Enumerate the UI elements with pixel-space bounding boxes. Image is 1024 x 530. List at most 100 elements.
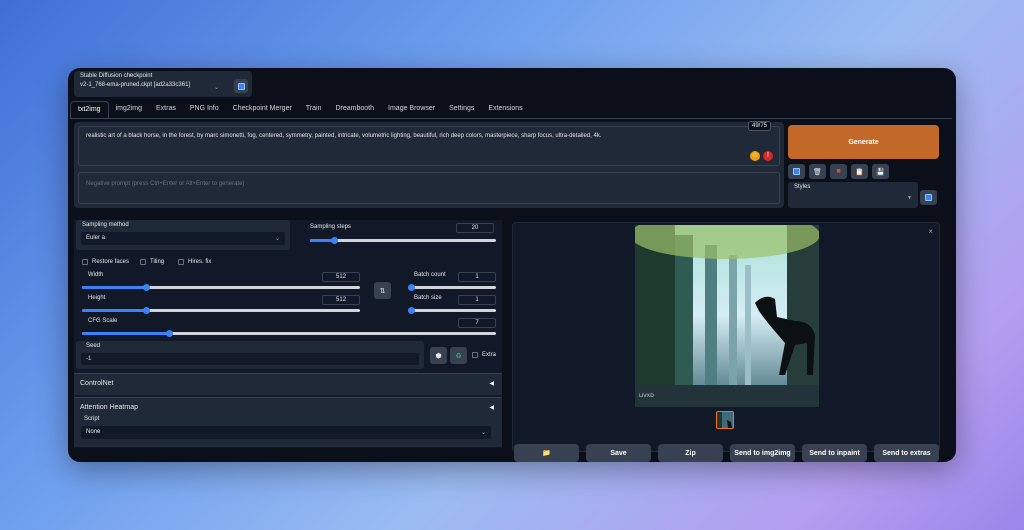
- swap-icon: ⇅: [379, 287, 386, 295]
- collapse-arrow-icon: ◀: [489, 381, 494, 387]
- restore-faces-label: Restore faces: [92, 259, 130, 265]
- prompt-input[interactable]: realistic art of a black horse, in the f…: [78, 121, 780, 166]
- chevron-down-icon: ⌄: [274, 236, 280, 242]
- reuse-seed-button[interactable]: ♻: [450, 347, 467, 364]
- cfg-scale-label: CFG Scale: [88, 318, 118, 324]
- controlnet-label: ControlNet: [80, 380, 114, 387]
- seed-value: -1: [86, 356, 92, 362]
- save-button[interactable]: Save: [586, 444, 651, 462]
- close-icon[interactable]: ×: [928, 227, 933, 236]
- recycle-icon: ♻: [455, 352, 462, 360]
- height-input[interactable]: 512: [322, 295, 360, 305]
- script-select[interactable]: None ⌄: [80, 425, 492, 440]
- trash-icon[interactable]: 🗑: [809, 164, 826, 179]
- tiling-label: Tiling: [150, 259, 165, 265]
- dice-icon: ⬢: [435, 352, 442, 360]
- output-panel: × ⅬⅠⅤⅩⅮ: [512, 222, 940, 452]
- send-to-inpaint-button[interactable]: Send to inpaint: [802, 444, 867, 462]
- tab-checkpoint-merger[interactable]: Checkpoint Merger: [226, 101, 299, 119]
- sampling-method-select[interactable]: Euler a ⌄: [80, 231, 286, 246]
- sampling-steps-slider[interactable]: [310, 237, 496, 244]
- refresh-checkpoint-button[interactable]: [234, 79, 248, 93]
- style-icon[interactable]: ■: [830, 164, 847, 179]
- tab-dreambooth[interactable]: Dreambooth: [329, 101, 382, 119]
- checkpoint-value: v2-1_768-ema-pruned.ckpt [ad2a33c361]: [80, 82, 191, 88]
- notification-icon[interactable]: !: [763, 151, 773, 161]
- cfg-scale-slider[interactable]: [82, 330, 496, 337]
- image-thumbnail[interactable]: [716, 411, 734, 429]
- cfg-scale-input[interactable]: 7: [458, 318, 496, 328]
- styles-label: Styles: [794, 184, 811, 190]
- tab-bar: txt2img img2img Extras PNG Info Checkpoi…: [70, 101, 530, 119]
- seed-label: Seed: [86, 343, 101, 349]
- token-counter: 49/75: [747, 121, 771, 131]
- script-label: Script: [84, 416, 100, 422]
- styles-dropdown[interactable]: Styles ▼: [788, 182, 918, 208]
- seed-input[interactable]: -1: [80, 352, 420, 366]
- tab-extras[interactable]: Extras: [149, 101, 183, 119]
- height-label: Height: [88, 295, 106, 301]
- batch-size-label: Batch size: [414, 295, 442, 301]
- generate-button[interactable]: Generate: [788, 125, 939, 159]
- open-folder-button[interactable]: 📁: [514, 444, 579, 462]
- hires-fix-label: Hires. fix: [188, 259, 212, 265]
- controlnet-accordion[interactable]: ControlNet ◀: [74, 373, 502, 395]
- chevron-down-icon: ⌄: [480, 430, 486, 436]
- checkpoint-selector[interactable]: Stable Diffusion checkpoint v2-1_768-ema…: [74, 71, 252, 97]
- random-seed-button[interactable]: ⬢: [430, 347, 447, 364]
- prompt-tools: 🗑 ■ 📋 💾: [788, 164, 889, 179]
- swap-dimensions-button[interactable]: ⇅: [374, 282, 391, 299]
- tab-img2img[interactable]: img2img: [109, 101, 149, 119]
- tab-settings[interactable]: Settings: [442, 101, 481, 119]
- sampling-steps-label: Sampling steps: [310, 224, 352, 230]
- output-actions: 📁 Save Zip Send to img2img Send to inpai…: [514, 444, 939, 462]
- height-slider[interactable]: [82, 307, 360, 314]
- sampling-method-value: Euler a: [86, 235, 106, 241]
- script-field: Script None ⌄: [76, 415, 496, 443]
- batch-size-input[interactable]: 1: [458, 295, 496, 305]
- extra-label: Extra: [482, 352, 497, 358]
- chevron-down-icon: ▼: [907, 195, 912, 201]
- send-to-img2img-button[interactable]: Send to img2img: [730, 444, 795, 462]
- tab-txt2img[interactable]: txt2img: [70, 101, 109, 119]
- tab-image-browser[interactable]: Image Browser: [381, 101, 442, 119]
- chevron-down-icon: ⌄: [214, 85, 220, 91]
- generated-image[interactable]: ⅬⅠⅤⅩⅮ: [635, 225, 819, 407]
- batch-count-input[interactable]: 1: [458, 272, 496, 282]
- batch-size-slider[interactable]: [408, 307, 496, 314]
- tab-extensions[interactable]: Extensions: [481, 101, 529, 119]
- negative-prompt-input[interactable]: Negative prompt (press Ctrl+Enter or Alt…: [78, 172, 780, 204]
- prompt-panel: realistic art of a black horse, in the f…: [74, 121, 784, 208]
- script-value: None: [86, 429, 101, 435]
- send-to-extras-button[interactable]: Send to extras: [874, 444, 939, 462]
- hires-fix-checkbox[interactable]: Hires. fix: [178, 259, 211, 265]
- folder-icon: 📁: [542, 450, 551, 457]
- tiling-checkbox[interactable]: Tiling: [140, 259, 164, 265]
- sampling-steps-input[interactable]: 20: [456, 223, 494, 233]
- seed-field: Seed -1: [76, 341, 424, 369]
- read-params-button[interactable]: [788, 164, 805, 179]
- width-label: Width: [88, 272, 104, 278]
- batch-count-label: Batch count: [414, 272, 446, 278]
- collapse-arrow-icon: ◀: [489, 405, 494, 411]
- restore-faces-checkbox[interactable]: Restore faces: [82, 259, 129, 265]
- extra-seed-checkbox[interactable]: Extra: [472, 352, 496, 358]
- batch-count-slider[interactable]: [408, 284, 496, 291]
- zip-button[interactable]: Zip: [658, 444, 723, 462]
- clipboard-icon[interactable]: 📋: [851, 164, 868, 179]
- svg-text:ⅬⅠⅤⅩⅮ: ⅬⅠⅤⅩⅮ: [639, 393, 654, 399]
- save-style-icon[interactable]: 💾: [872, 164, 889, 179]
- settings-panel: Sampling method Euler a ⌄ Sampling steps…: [74, 220, 502, 448]
- emoji-icon[interactable]: ☺: [750, 151, 760, 161]
- sampling-method-label: Sampling method: [82, 222, 129, 228]
- prompt-text: realistic art of a black horse, in the f…: [86, 133, 602, 139]
- tab-png-info[interactable]: PNG Info: [183, 101, 226, 119]
- tab-train[interactable]: Train: [299, 101, 329, 119]
- webui-window: Stable Diffusion checkpoint v2-1_768-ema…: [68, 68, 956, 462]
- apply-style-button[interactable]: [920, 190, 937, 205]
- sampling-method-field: Sampling method Euler a ⌄: [76, 220, 290, 250]
- attention-heatmap-label: Attention Heatmap: [80, 404, 138, 411]
- width-slider[interactable]: [82, 284, 360, 291]
- checkpoint-label: Stable Diffusion checkpoint: [80, 73, 153, 79]
- width-input[interactable]: 512: [322, 272, 360, 282]
